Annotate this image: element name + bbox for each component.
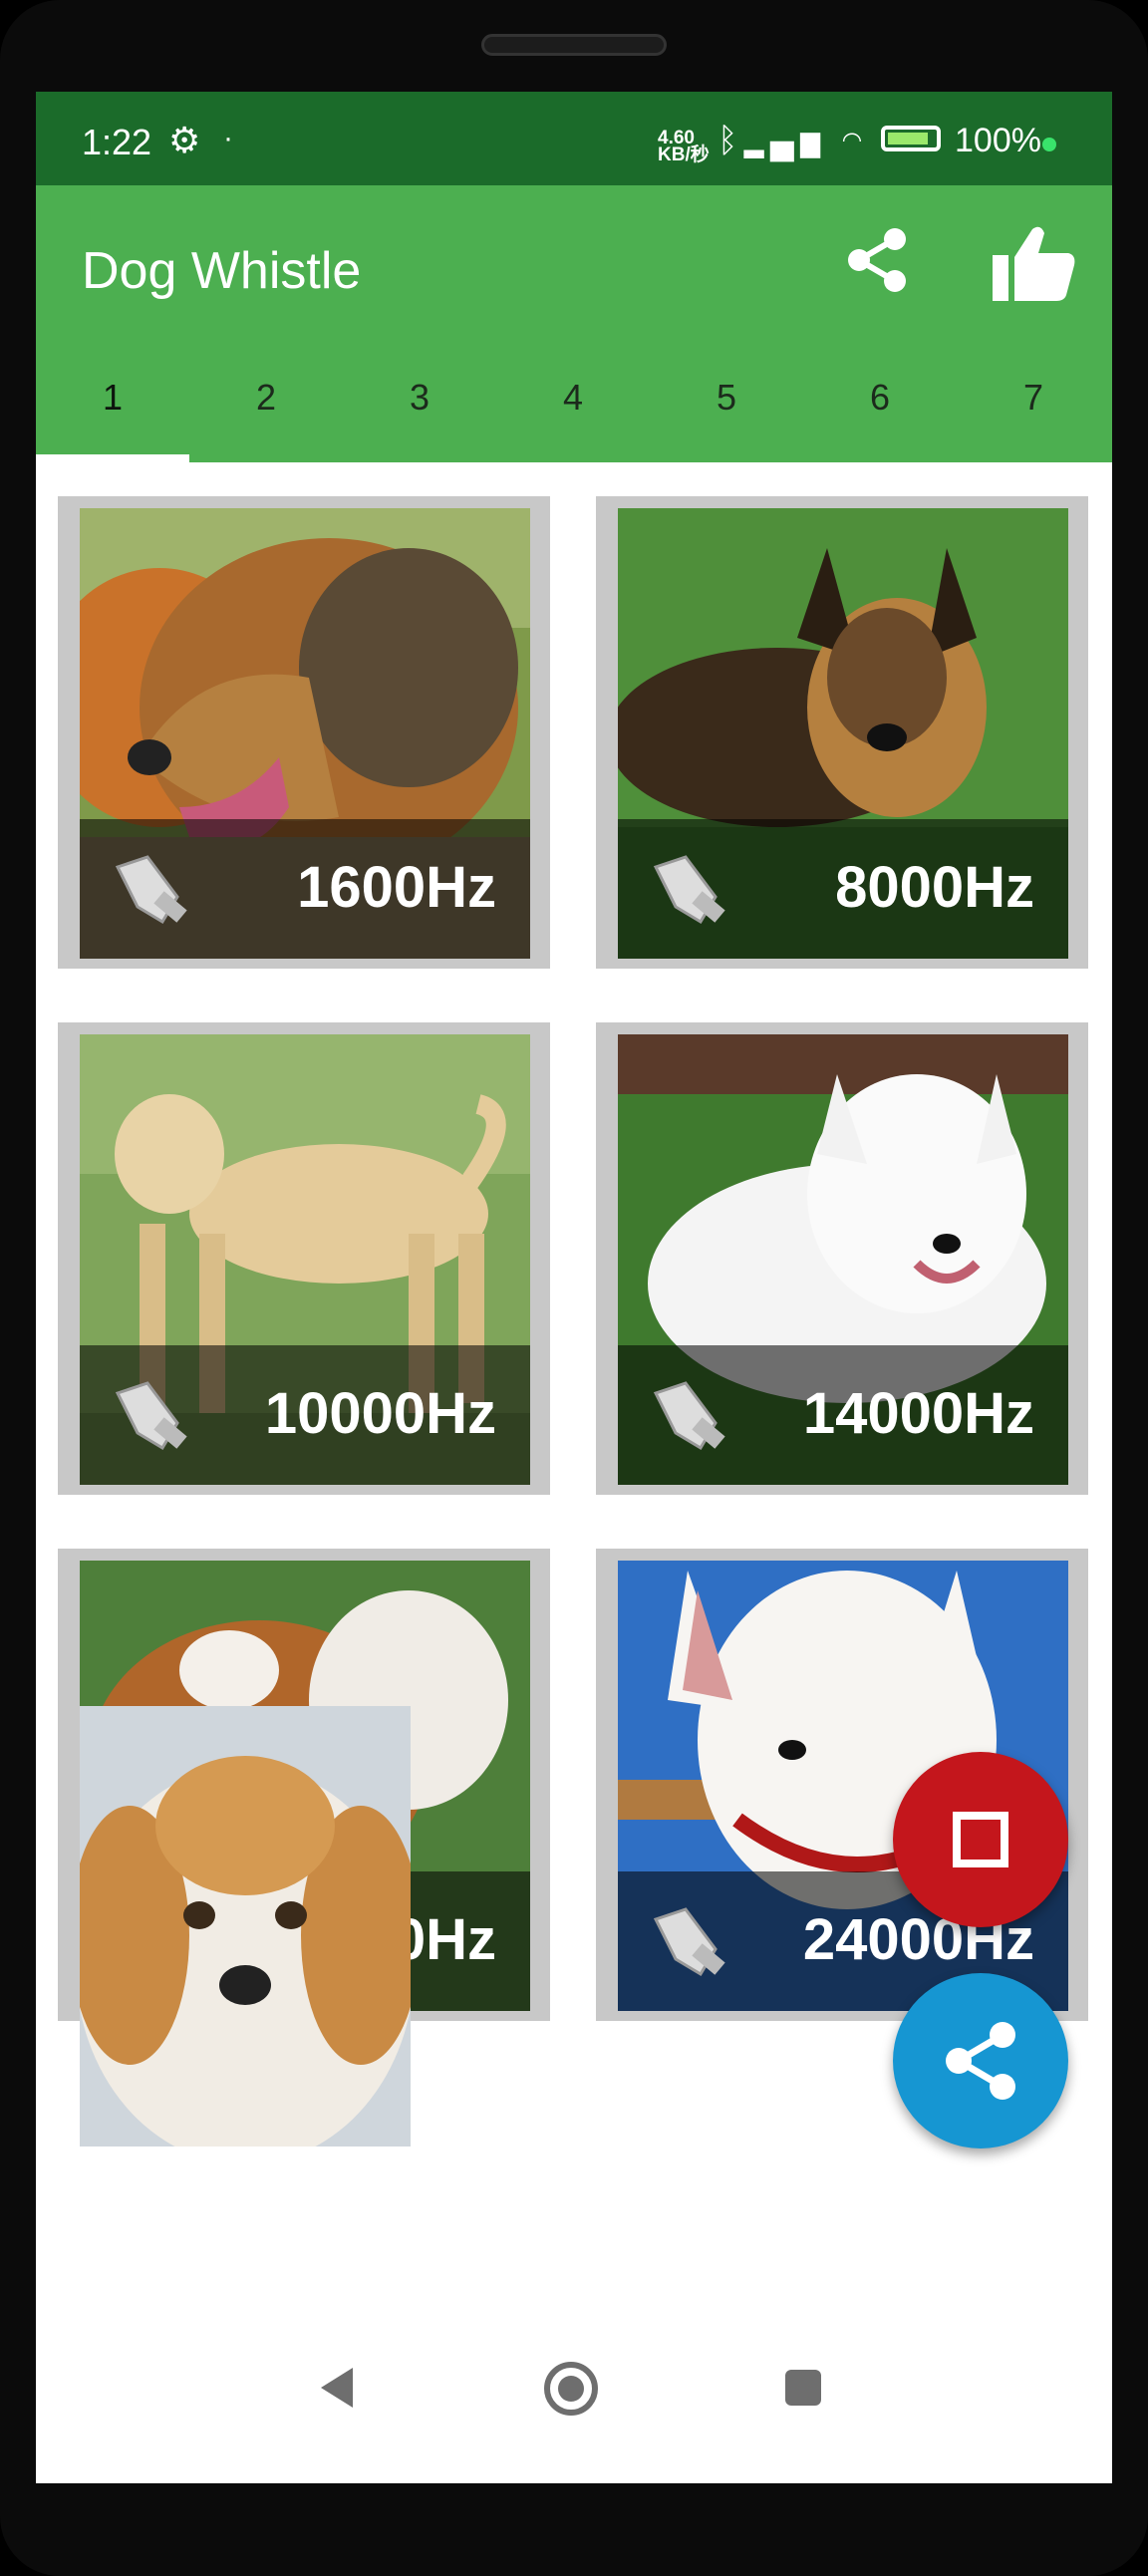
whistle-icon: [115, 1381, 187, 1451]
floating-dog-image[interactable]: [80, 1706, 411, 2147]
tab-5[interactable]: 5: [650, 333, 803, 462]
tab-4[interactable]: 4: [496, 333, 650, 462]
tab-2[interactable]: 2: [189, 333, 343, 462]
whistle-card-4[interactable]: 14000Hz: [596, 1022, 1088, 1495]
earpiece-speaker: [481, 34, 667, 56]
tab-6[interactable]: 6: [803, 333, 957, 462]
tab-label: 2: [255, 377, 277, 418]
tab-label: 7: [1022, 377, 1044, 418]
tab-label: 4: [562, 377, 584, 418]
tab-label: 5: [716, 377, 737, 418]
whistle-icon: [653, 1381, 725, 1451]
system-nav-bar: [36, 2312, 1112, 2483]
frequency-label: 10000Hz: [264, 1381, 496, 1446]
tab-label: 3: [409, 377, 430, 418]
whistle-card-3[interactable]: 10000Hz: [58, 1022, 550, 1495]
frequency-label: 1600Hz: [297, 855, 496, 920]
whistle-card-2[interactable]: 8000Hz: [596, 496, 1088, 969]
whistle-icon: [653, 1907, 725, 1977]
share-button[interactable]: [893, 1973, 1068, 2148]
dog-photo-german-shepherd: 8000Hz: [618, 508, 1068, 959]
status-bar: 1:22 ⚙ · 4.60 KB/秒 ᛒ▂▄▆ ◠ 100%: [36, 92, 1112, 185]
notification-dot-icon: ·: [223, 122, 233, 154]
card-overlay: 1600Hz: [80, 819, 530, 959]
tab-label: 6: [869, 377, 891, 418]
stop-button[interactable]: [893, 1752, 1068, 1927]
battery-icon: [881, 126, 941, 151]
settings-gear-icon: ⚙: [168, 120, 201, 160]
frequency-label: 14000Hz: [802, 1381, 1034, 1446]
tab-indicator: [36, 454, 189, 462]
whistle-icon: [115, 855, 187, 925]
frequency-label: 8000Hz: [835, 855, 1034, 920]
app-bar: Dog Whistle: [36, 185, 1112, 333]
status-time: 1:22: [82, 122, 152, 162]
share-icon[interactable]: [843, 225, 913, 295]
thumbs-up-icon[interactable]: [991, 223, 1076, 303]
card-overlay: 14000Hz: [618, 1345, 1068, 1485]
tab-1[interactable]: 1: [36, 333, 189, 462]
privacy-indicator-dot: [1042, 138, 1056, 151]
card-overlay: 8000Hz: [618, 819, 1068, 959]
tab-label: 1: [102, 377, 124, 418]
dog-photo-collie: 1600Hz: [80, 508, 530, 959]
card-overlay: 10000Hz: [80, 1345, 530, 1485]
app-title: Dog Whistle: [82, 242, 362, 300]
whistle-card-1[interactable]: 1600Hz: [58, 496, 550, 969]
share-icon: [946, 2022, 1015, 2100]
bluetooth-signal-wifi-icons: ᛒ▂▄▆ ◠: [718, 122, 869, 159]
stop-icon: [953, 1812, 1008, 1867]
tab-7[interactable]: 7: [957, 333, 1110, 462]
tab-3[interactable]: 3: [343, 333, 496, 462]
back-icon[interactable]: [313, 2362, 365, 2414]
network-speed: 4.60 KB/秒: [658, 128, 710, 165]
battery-percentage: 100%: [955, 122, 1041, 159]
home-icon[interactable]: [542, 2360, 600, 2418]
whistle-icon: [653, 855, 725, 925]
screen: 1:22 ⚙ · 4.60 KB/秒 ᛒ▂▄▆ ◠ 100% Dog Whist…: [36, 92, 1112, 2483]
dog-photo-labrador: 10000Hz: [80, 1034, 530, 1485]
recents-icon[interactable]: [781, 2366, 825, 2410]
tab-bar: 1 2 3 4 5 6 7: [36, 333, 1112, 462]
dog-photo-spitz: 14000Hz: [618, 1034, 1068, 1485]
device-frame: 1:22 ⚙ · 4.60 KB/秒 ᛒ▂▄▆ ◠ 100% Dog Whist…: [0, 0, 1148, 2576]
